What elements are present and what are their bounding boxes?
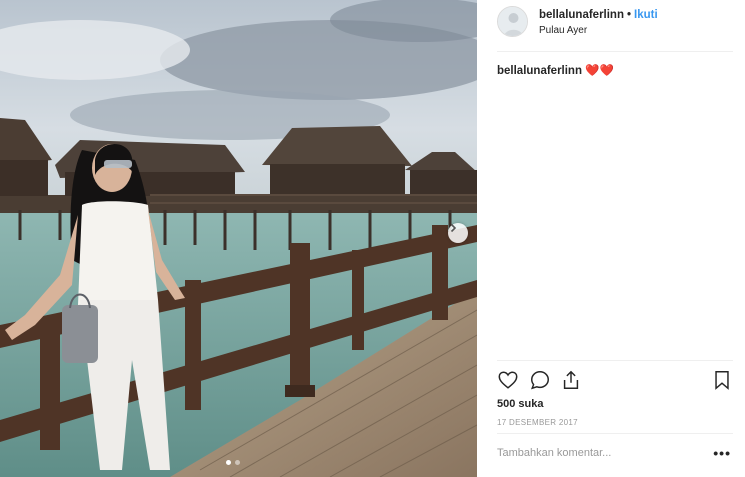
- separator-dot: •: [627, 9, 632, 21]
- heart-icon[interactable]: [497, 369, 519, 391]
- carousel-next-button[interactable]: [448, 223, 468, 243]
- caption-text: ❤️❤️: [585, 65, 614, 77]
- carousel-dot-2: [235, 460, 240, 465]
- post-date[interactable]: 17 DESEMBER 2017: [497, 418, 578, 427]
- caption: bellalunaferlinn ❤️❤️: [497, 63, 614, 77]
- location-link[interactable]: Pulau Ayer: [539, 25, 587, 36]
- chevron-right-icon: [450, 223, 457, 233]
- post-header: bellalunaferlinn • Ikuti Pulau Ayer: [497, 6, 733, 52]
- like-count[interactable]: 500 suka: [497, 398, 543, 410]
- caption-username[interactable]: bellalunaferlinn: [497, 65, 582, 77]
- comment-icon[interactable]: [529, 369, 551, 391]
- photo-scene: [0, 0, 477, 477]
- action-bar: 500 suka 17 DESEMBER 2017: [497, 360, 733, 442]
- follow-button[interactable]: Ikuti: [634, 9, 658, 21]
- instagram-post: bellalunaferlinn • Ikuti Pulau Ayer bellal…: [0, 0, 745, 477]
- share-icon[interactable]: [560, 369, 582, 391]
- carousel-dot-1: [226, 460, 231, 465]
- avatar-image: [498, 7, 527, 36]
- avatar[interactable]: [497, 6, 528, 37]
- more-options-button[interactable]: •••: [713, 445, 731, 461]
- comment-form: •••: [497, 433, 733, 477]
- post-photo[interactable]: [0, 0, 477, 477]
- comment-input[interactable]: [497, 447, 697, 459]
- post-sidebar: bellalunaferlinn • Ikuti Pulau Ayer bellal…: [477, 0, 745, 477]
- username-link[interactable]: bellalunaferlinn: [539, 9, 624, 21]
- username-row: bellalunaferlinn • Ikuti: [539, 9, 658, 21]
- bookmark-icon[interactable]: [711, 369, 733, 391]
- carousel-indicator: [226, 460, 240, 465]
